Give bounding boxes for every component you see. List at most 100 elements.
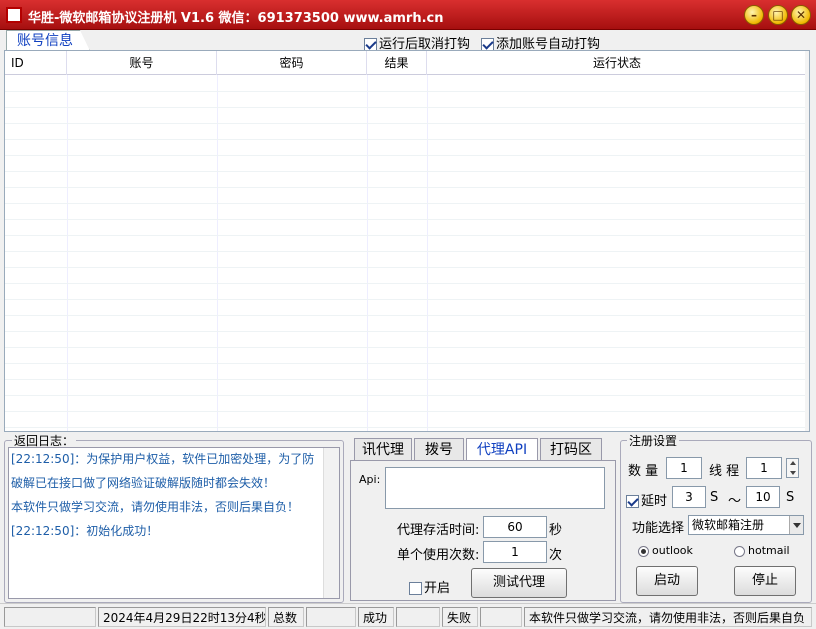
stop-button[interactable]: 停止 — [734, 566, 796, 596]
column-divider — [67, 75, 68, 431]
column-header-result[interactable]: 结果 — [367, 51, 427, 75]
proxy-enable-label: 开启 — [424, 581, 451, 596]
table-row-line — [5, 267, 807, 268]
start-button[interactable]: 启动 — [636, 566, 698, 596]
table-row-line — [5, 283, 807, 284]
log-line: [22:12:50]：初始化成功！ — [11, 524, 159, 538]
delay-max-unit: S — [786, 490, 795, 505]
radio-outlook[interactable] — [638, 545, 649, 557]
chevron-down-icon[interactable] — [789, 516, 803, 534]
log-line: 破解已在接口做了网络验证破解版随时都会失效！ — [11, 476, 276, 490]
radio-outlook-option[interactable]: outlook — [638, 544, 693, 557]
thread-spinner[interactable] — [786, 458, 799, 478]
table-row-line — [5, 411, 807, 412]
api-label: Api: — [359, 473, 381, 486]
tab-account-info[interactable]: 账号信息 — [6, 30, 90, 51]
count-input[interactable]: 1 — [666, 457, 702, 479]
status-notice: 本软件只做学习交流，请勿使用非法，否则后果自负 — [524, 607, 812, 627]
table-row-line — [5, 251, 807, 252]
delay-separator: ～ — [728, 494, 742, 509]
use-count-unit: 次 — [549, 548, 563, 563]
log-box[interactable]: [22:12:50]：为保护用户权益，软件已加密处理，为了防 破解已在接口做了网… — [8, 447, 340, 599]
delay-min-input[interactable]: 3 — [672, 486, 706, 508]
register-settings-title: 注册设置 — [627, 432, 680, 449]
table-row-line — [5, 363, 807, 364]
log-scrollbar[interactable] — [323, 448, 339, 598]
status-fail-value — [480, 607, 522, 627]
status-cell-empty — [4, 607, 96, 627]
api-input[interactable] — [385, 467, 605, 509]
status-success-label: 成功 — [358, 607, 394, 627]
table-row-line — [5, 203, 807, 204]
table-row-line — [5, 235, 807, 236]
column-divider — [427, 75, 428, 431]
radio-hotmail-option[interactable]: hotmail — [734, 544, 790, 557]
table-row-line — [5, 379, 807, 380]
column-header-status[interactable]: 运行状态 — [427, 51, 807, 75]
table-row-line — [5, 347, 807, 348]
table-row-line — [5, 299, 807, 300]
radio-hotmail[interactable] — [734, 545, 745, 557]
table-row-line — [5, 139, 807, 140]
title-bar: 华胜-微软邮箱协议注册机 V1.6 微信：691373500 www.amrh.… — [0, 0, 816, 30]
log-line: [22:12:50]：为保护用户权益，软件已加密处理，为了防 — [11, 452, 315, 466]
status-total-label: 总数 — [268, 607, 304, 627]
proxy-enable-checkbox[interactable] — [409, 582, 422, 595]
alive-time-label: 代理存活时间: — [397, 523, 480, 538]
use-count-label: 单个使用次数: — [397, 548, 480, 563]
column-divider — [367, 75, 368, 431]
proxy-api-panel: Api: 代理存活时间: 60 秒 单个使用次数: 1 次 开启 测试代理 — [350, 460, 616, 601]
function-select[interactable]: 微软邮箱注册 — [688, 515, 804, 535]
radio-hotmail-label: hotmail — [748, 544, 790, 557]
function-label: 功能选择 — [632, 521, 685, 536]
table-row-line — [5, 331, 807, 332]
count-label: 数 量 — [628, 464, 659, 479]
status-bar: 2024年4月29日22时13分4秒 总数 成功 失败 本软件只做学习交流，请勿… — [0, 603, 816, 629]
test-proxy-button[interactable]: 测试代理 — [471, 568, 567, 598]
proxy-enable-option[interactable]: 开启 — [409, 577, 450, 596]
table-row-line — [5, 91, 807, 92]
column-header-id[interactable]: ID — [5, 51, 67, 75]
column-header-password[interactable]: 密码 — [217, 51, 367, 75]
status-total-value — [306, 607, 356, 627]
table-row-line — [5, 171, 807, 172]
thread-label: 线 程 — [709, 464, 740, 479]
alive-time-input[interactable]: 60 — [483, 516, 547, 538]
status-datetime: 2024年4月29日22时13分4秒 — [98, 607, 266, 627]
delay-option[interactable]: 延时 — [626, 490, 667, 509]
delay-min-unit: S — [710, 490, 719, 505]
column-header-account[interactable]: 账号 — [67, 51, 217, 75]
tab-xun-proxy[interactable]: 讯代理 — [354, 438, 412, 460]
thread-input[interactable]: 1 — [746, 457, 782, 479]
tab-proxy-api[interactable]: 代理API — [466, 438, 538, 461]
radio-outlook-label: outlook — [652, 544, 693, 557]
use-count-input[interactable]: 1 — [483, 541, 547, 563]
table-row-line — [5, 123, 807, 124]
table-row-line — [5, 155, 807, 156]
delay-label: 延时 — [641, 494, 668, 509]
tab-dialup[interactable]: 拨号 — [414, 438, 464, 460]
account-table[interactable]: ID 账号 密码 结果 运行状态 — [4, 50, 810, 432]
table-row-line — [5, 187, 807, 188]
close-button[interactable]: ✕ — [791, 5, 811, 25]
window-title: 华胜-微软邮箱协议注册机 V1.6 微信：691373500 www.amrh.… — [28, 11, 444, 26]
app-icon — [6, 7, 22, 23]
delay-max-input[interactable]: 10 — [746, 486, 780, 508]
log-line: 本软件只做学习交流，请勿使用非法，否则后果自负！ — [11, 500, 300, 514]
table-row-line — [5, 107, 807, 108]
column-divider — [217, 75, 218, 431]
tab-captcha[interactable]: 打码区 — [540, 438, 602, 460]
table-row-line — [5, 395, 807, 396]
table-row-line — [5, 315, 807, 316]
table-row-line — [5, 427, 807, 428]
table-header: ID 账号 密码 结果 运行状态 — [5, 51, 809, 75]
status-success-value — [396, 607, 440, 627]
alive-time-unit: 秒 — [549, 523, 563, 538]
table-scrollbar[interactable] — [805, 51, 809, 431]
minimize-button[interactable]: – — [744, 5, 764, 25]
delay-checkbox[interactable] — [626, 495, 639, 508]
status-fail-label: 失败 — [442, 607, 478, 627]
table-row-line — [5, 219, 807, 220]
function-select-value: 微软邮箱注册 — [692, 518, 765, 532]
maximize-button[interactable]: □ — [768, 5, 788, 25]
